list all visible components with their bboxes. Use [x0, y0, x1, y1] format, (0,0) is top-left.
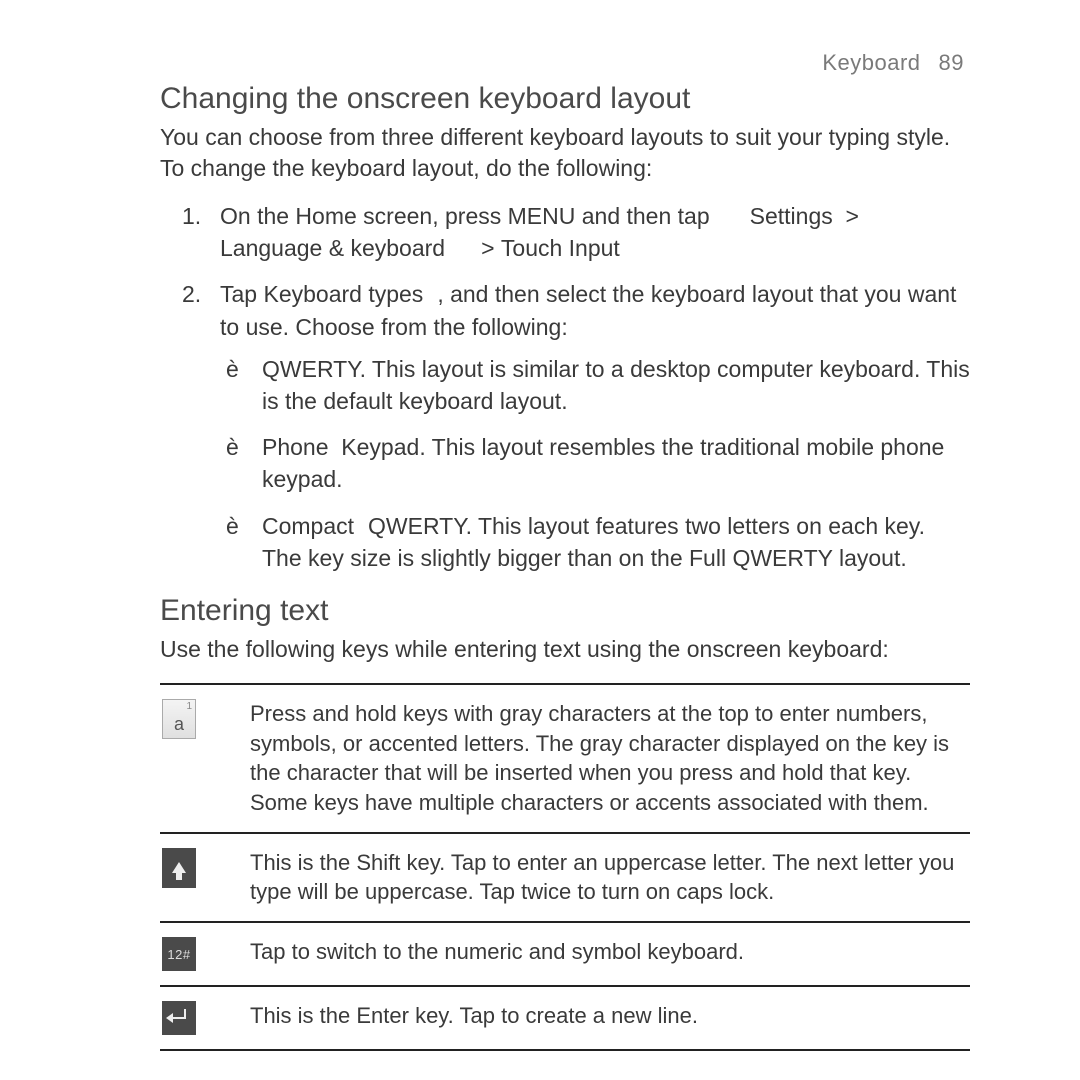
- option-name-a: Phone: [262, 434, 329, 460]
- option-desc: . This layout features two letters on ea…: [262, 513, 925, 571]
- key-description: This is the Shift key. Tap to enter an u…: [250, 848, 970, 907]
- key-icon-cell: [160, 848, 250, 888]
- manual-page: Keyboard 89 Changing the onscreen keyboar…: [0, 0, 1080, 1051]
- step-number: 1.: [182, 200, 201, 232]
- option-name-a: Compact: [262, 513, 354, 539]
- chevron: >: [846, 203, 859, 229]
- shift-key-icon: [162, 848, 196, 888]
- key-icon-cell: [160, 1001, 250, 1035]
- option-compact-qwerty: è Compact QWERTY. This layout features tw…: [220, 510, 970, 574]
- intro-paragraph-2: Use the following keys while entering te…: [160, 634, 970, 665]
- bullet-icon: è: [226, 353, 239, 385]
- key-reference-table: 1 a Press and hold keys with gray charac…: [160, 683, 970, 1051]
- chevron: >: [481, 235, 494, 261]
- icon-secondary-char: 1: [186, 701, 192, 712]
- key-description: This is the Enter key. Tap to create a n…: [250, 1001, 970, 1031]
- option-desc: . This layout is similar to a desktop co…: [262, 356, 970, 414]
- step-text-a: Tap: [220, 281, 257, 307]
- table-row: 1 a Press and hold keys with gray charac…: [160, 685, 970, 834]
- table-row: This is the Enter key. Tap to create a n…: [160, 987, 970, 1051]
- bullet-icon: è: [226, 510, 239, 542]
- step-1: 1. On the Home screen, press MENU and th…: [160, 200, 970, 264]
- enter-arrow-icon: [172, 1017, 186, 1019]
- intro-paragraph-1: You can choose from three different keyb…: [160, 122, 970, 184]
- table-row: This is the Shift key. Tap to enter an u…: [160, 834, 970, 923]
- option-name-b: QWERTY: [368, 513, 466, 539]
- key-description: Tap to switch to the numeric and symbol …: [250, 937, 970, 967]
- steps-list: 1. On the Home screen, press MENU and th…: [160, 200, 970, 574]
- numeric-symbol-key-icon: 12#: [162, 937, 196, 971]
- running-header: Keyboard 89: [160, 50, 970, 76]
- header-section: Keyboard: [822, 50, 920, 75]
- step-number: 2.: [182, 278, 201, 310]
- header-page-number: 89: [939, 50, 964, 75]
- icon-main-char: a: [163, 714, 195, 735]
- option-name-b: Keypad: [341, 434, 419, 460]
- table-row: 12# Tap to switch to the numeric and sym…: [160, 923, 970, 987]
- language-keyboard-label: Language & keyboard: [220, 235, 445, 261]
- step-2: 2. Tap Keyboard types, and then select t…: [160, 278, 970, 574]
- arrow-up-icon: [172, 862, 186, 873]
- layout-options-list: è QWERTY. This layout is similar to a de…: [220, 353, 970, 574]
- settings-label: Settings: [750, 203, 833, 229]
- key-description: Press and hold keys with gray characters…: [250, 699, 970, 818]
- option-name: QWERTY: [262, 356, 360, 382]
- enter-key-icon: [162, 1001, 196, 1035]
- bullet-icon: è: [226, 431, 239, 463]
- key-hold-icon: 1 a: [162, 699, 196, 739]
- section-title-changing-layout: Changing the onscreen keyboard layout: [160, 82, 970, 116]
- option-phone-keypad: è Phone Keypad. This layout resembles th…: [220, 431, 970, 495]
- icon-label: 12#: [167, 947, 190, 962]
- option-qwerty: è QWERTY. This layout is similar to a de…: [220, 353, 970, 417]
- touch-input-label: Touch Input: [501, 235, 620, 261]
- key-icon-cell: 12#: [160, 937, 250, 971]
- keyboard-types-label: Keyboard types: [263, 281, 423, 307]
- key-icon-cell: 1 a: [160, 699, 250, 739]
- step-text: On the Home screen, press MENU and then …: [220, 203, 710, 229]
- section-title-entering-text: Entering text: [160, 594, 970, 628]
